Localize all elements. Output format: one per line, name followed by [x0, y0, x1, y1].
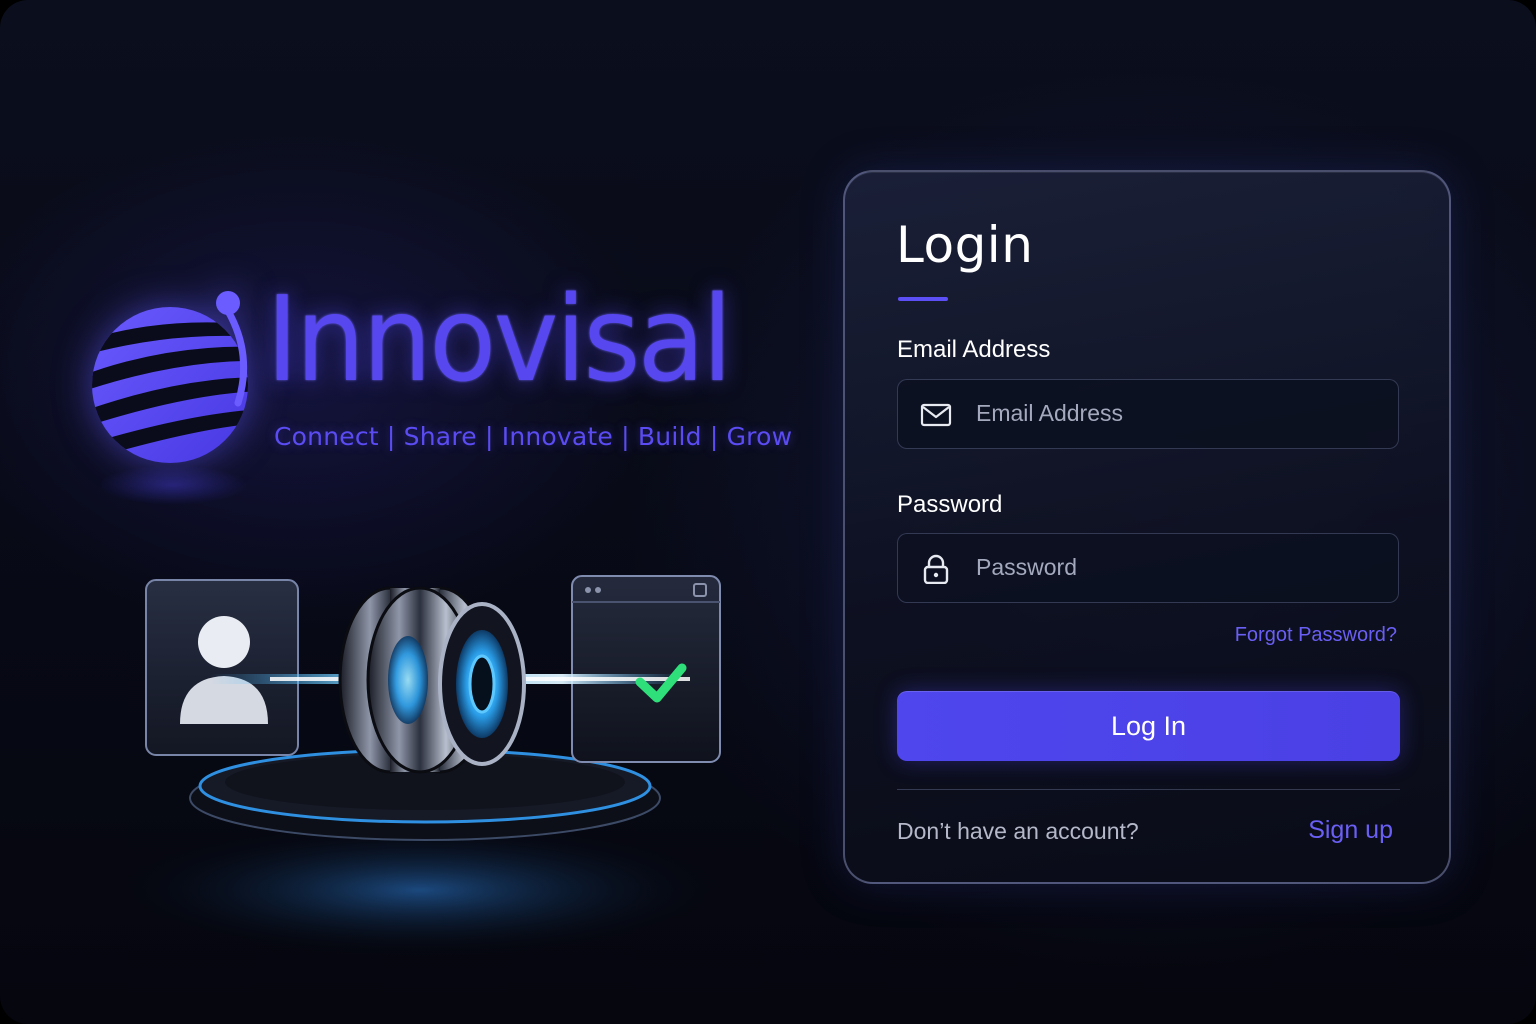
email-field[interactable]: [897, 379, 1399, 449]
signup-link[interactable]: Sign up: [1308, 816, 1393, 845]
login-button[interactable]: Log In: [897, 691, 1400, 761]
password-input[interactable]: [976, 534, 1376, 600]
email-label: Email Address: [897, 336, 1051, 363]
brand-block: Innovisal Connect | Share | Innovate | B…: [88, 270, 792, 520]
security-illustration: [120, 575, 740, 960]
divider: [897, 789, 1400, 790]
browser-window-icon: [571, 575, 721, 763]
login-page: Innovisal Connect | Share | Innovate | B…: [0, 0, 1536, 1024]
login-title: Login: [896, 216, 1034, 274]
verification-lens-icon: [338, 586, 526, 774]
title-underline: [898, 297, 948, 301]
password-label: Password: [897, 491, 1003, 518]
brand-tagline: Connect | Share | Innovate | Build | Gro…: [274, 422, 793, 451]
password-field[interactable]: [897, 533, 1399, 603]
signup-prompt: Don’t have an account?: [897, 818, 1139, 844]
striped-globe-icon: [92, 291, 248, 463]
forgot-password-link[interactable]: Forgot Password?: [1235, 624, 1397, 647]
logo-reflection: [98, 465, 248, 505]
floor-glow: [120, 820, 740, 960]
email-input[interactable]: [976, 380, 1376, 446]
lock-icon: [923, 554, 949, 584]
user-card: [145, 579, 299, 756]
brand-name: Innovisal: [266, 270, 733, 408]
login-card: Login Email Address Password Forgot Pass…: [843, 170, 1451, 884]
envelope-icon: [920, 403, 952, 427]
